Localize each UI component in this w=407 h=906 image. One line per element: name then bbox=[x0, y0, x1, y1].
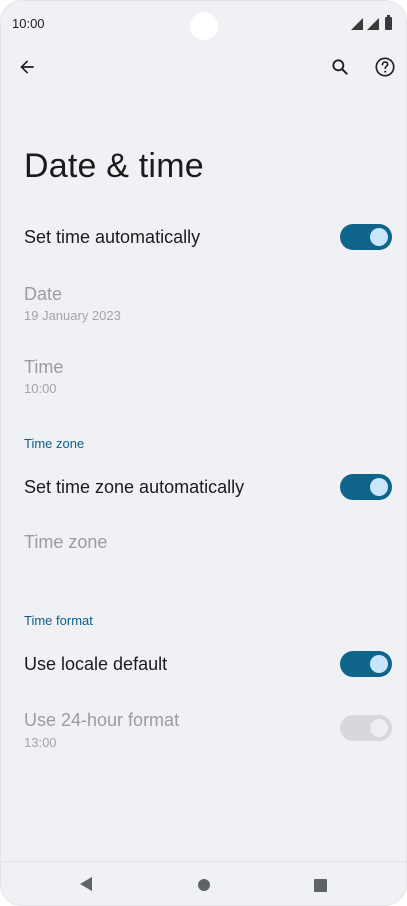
signal-icon bbox=[351, 18, 363, 30]
time-format-section-header: Time format bbox=[24, 613, 93, 628]
locale-default-label: Use locale default bbox=[24, 654, 168, 674]
auto-time-switch[interactable] bbox=[340, 224, 392, 250]
switch-knob bbox=[370, 228, 388, 246]
back-button[interactable] bbox=[11, 51, 43, 83]
help-button[interactable] bbox=[369, 51, 401, 83]
status-icons bbox=[351, 15, 392, 30]
date-row: Date 19 January 2023 bbox=[1, 281, 406, 327]
auto-time-zone-row[interactable]: Set time zone automatically bbox=[1, 471, 406, 505]
nav-recents-icon[interactable] bbox=[314, 879, 327, 892]
hour-24-switch bbox=[340, 715, 392, 741]
help-icon bbox=[375, 57, 395, 77]
switch-knob bbox=[370, 719, 388, 737]
auto-time-zone-label: Set time zone automatically bbox=[24, 477, 245, 497]
date-label: Date bbox=[24, 284, 63, 304]
time-zone-row: Time zone bbox=[1, 529, 406, 563]
page-title: Date & time bbox=[24, 147, 204, 185]
search-button[interactable] bbox=[324, 51, 356, 83]
arrow-back-icon bbox=[20, 60, 34, 74]
time-label: Time bbox=[24, 357, 64, 377]
auto-time-label: Set time automatically bbox=[24, 227, 201, 247]
status-time: 10:00 bbox=[12, 16, 45, 31]
date-value: 19 January 2023 bbox=[24, 308, 121, 323]
battery-icon bbox=[385, 15, 392, 30]
search-icon bbox=[332, 59, 348, 75]
signal-icon-2 bbox=[367, 18, 379, 30]
time-row: Time 10:00 bbox=[1, 354, 406, 400]
phone-screen: 10:00 Date & time Set time automatically bbox=[0, 0, 407, 906]
navigation-bar bbox=[1, 861, 406, 905]
time-value: 10:00 bbox=[24, 381, 57, 396]
auto-time-row[interactable]: Set time automatically bbox=[1, 221, 406, 255]
locale-default-switch[interactable] bbox=[340, 651, 392, 677]
time-zone-label: Time zone bbox=[24, 532, 108, 552]
nav-home-icon[interactable] bbox=[198, 879, 210, 891]
hour-24-value: 13:00 bbox=[24, 735, 57, 750]
auto-time-zone-switch[interactable] bbox=[340, 474, 392, 500]
nav-back-icon[interactable] bbox=[80, 877, 92, 891]
time-zone-section-header: Time zone bbox=[24, 436, 85, 451]
status-bar: 10:00 bbox=[1, 1, 406, 45]
switch-knob bbox=[370, 655, 388, 673]
camera-cutout bbox=[190, 12, 218, 40]
switch-knob bbox=[370, 478, 388, 496]
hour-24-label: Use 24-hour format bbox=[24, 710, 180, 730]
locale-default-row[interactable]: Use locale default bbox=[1, 648, 406, 682]
hour-24-row: Use 24-hour format 13:00 bbox=[1, 707, 406, 753]
